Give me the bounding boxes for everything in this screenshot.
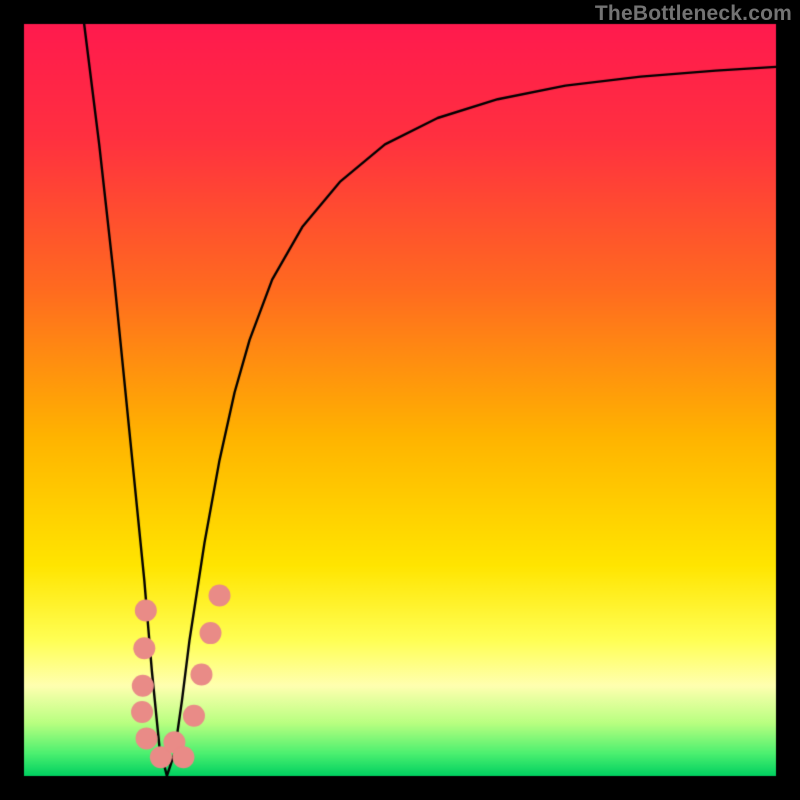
attribution-label: TheBottleneck.com <box>595 2 792 26</box>
bottleneck-chart-canvas <box>0 0 800 800</box>
